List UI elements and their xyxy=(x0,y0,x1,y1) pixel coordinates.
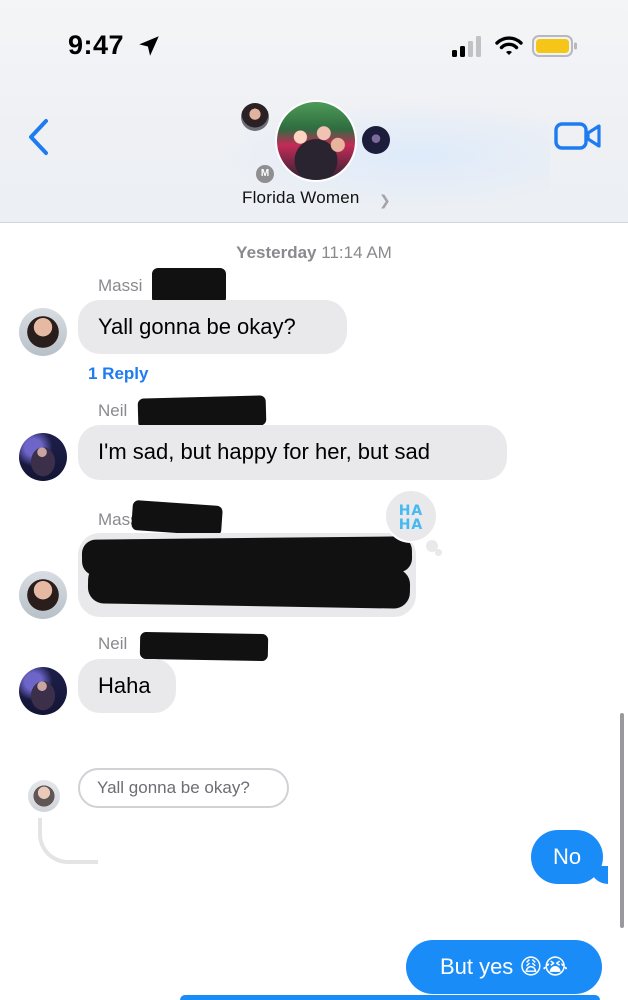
redaction xyxy=(139,631,269,662)
redaction xyxy=(152,268,226,304)
quoted-sender-avatar xyxy=(28,780,60,812)
avatar[interactable] xyxy=(19,308,67,356)
back-chevron-icon[interactable] xyxy=(26,118,52,156)
sender-name: Neil xyxy=(98,401,128,420)
scrollbar[interactable] xyxy=(620,713,624,928)
message-text: Yall gonna be okay? xyxy=(98,313,296,339)
message-bubble[interactable]: I'm sad, but happy for her, but sad xyxy=(78,425,507,480)
member-avatar xyxy=(362,126,390,154)
avatar[interactable] xyxy=(19,433,67,481)
next-message-bubble-edge xyxy=(180,995,600,1000)
outgoing-message-bubble[interactable]: No xyxy=(531,830,603,884)
battery-icon xyxy=(532,35,577,57)
member-initial-avatar: M xyxy=(256,165,274,183)
message-text: Haha xyxy=(98,672,151,698)
haha-reaction-badge[interactable]: HA HA xyxy=(384,489,438,543)
sender-name: Neil xyxy=(98,634,128,653)
redaction xyxy=(137,395,267,429)
message-text: No xyxy=(552,844,582,869)
chevron-right-icon[interactable]: ❯ xyxy=(379,192,391,209)
member-avatar xyxy=(241,103,269,131)
status-time: 9:47 xyxy=(68,30,125,60)
group-avatar[interactable] xyxy=(275,100,357,182)
message-text: But yes 😩😭 xyxy=(439,954,569,979)
message-timestamp: Yesterday 11:14 AM xyxy=(236,243,392,262)
video-call-icon[interactable] xyxy=(554,121,602,151)
location-arrow-icon xyxy=(139,36,159,56)
avatar[interactable] xyxy=(19,571,67,619)
reply-thread-line xyxy=(38,818,98,864)
avatar[interactable] xyxy=(19,667,67,715)
reaction-tail xyxy=(435,549,442,556)
quoted-message-bubble[interactable]: Yall gonna be okay? xyxy=(78,768,289,808)
message-bubble[interactable]: Yall gonna be okay? xyxy=(78,300,347,354)
outgoing-message-bubble[interactable]: But yes 😩😭 xyxy=(406,940,602,994)
reply-count-link[interactable]: 1 Reply xyxy=(88,364,148,384)
redaction xyxy=(131,499,223,537)
group-name[interactable]: Florida Women xyxy=(242,188,360,208)
wifi-icon xyxy=(495,36,523,55)
sender-name: Massi xyxy=(98,276,143,295)
message-text: I'm sad, but happy for her, but sad xyxy=(98,439,430,465)
redaction xyxy=(87,563,411,609)
message-bubble[interactable]: Haha xyxy=(78,659,176,713)
cellular-signal-icon xyxy=(452,36,481,57)
